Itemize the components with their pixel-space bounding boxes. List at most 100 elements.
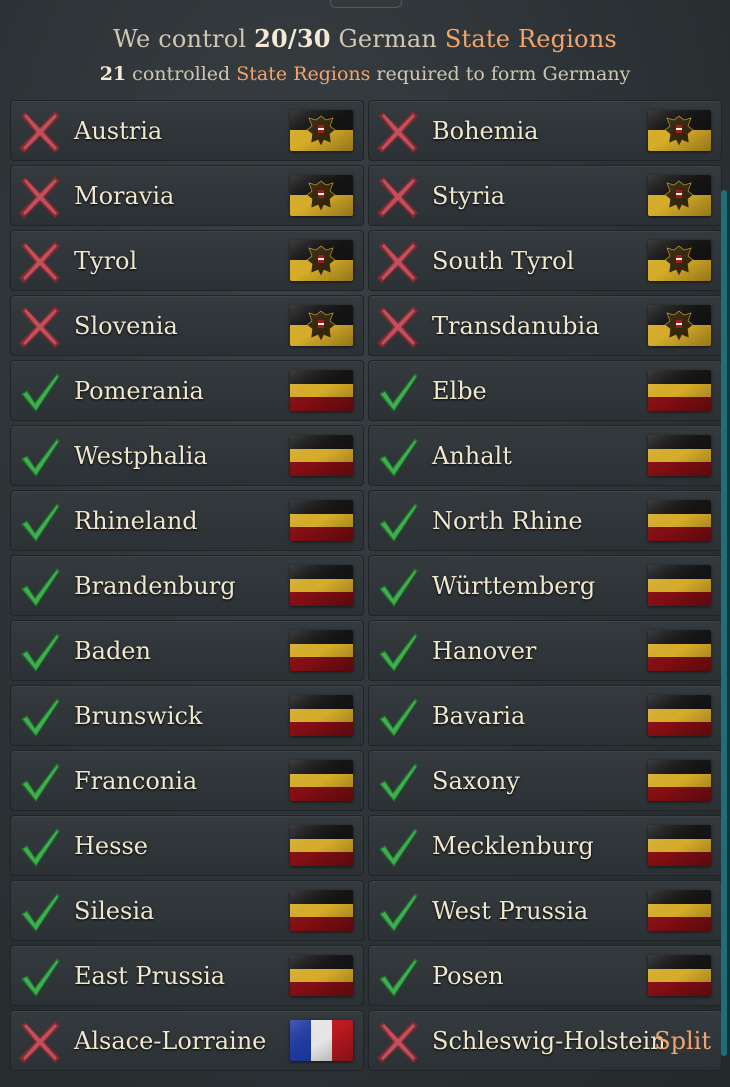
region-name: West Prussia [432,897,589,925]
region-name: Silesia [74,897,155,925]
region-cell-alsace-lorraine[interactable]: Alsace-Lorraine [10,1010,364,1071]
checkmark-icon [373,822,423,872]
austria-flag-icon[interactable] [290,305,353,346]
cross-icon [373,302,423,352]
region-name: Westphalia [74,442,208,470]
region-name: Alsace-Lorraine [74,1027,267,1055]
austria-flag-icon[interactable] [648,305,711,346]
germany-flag-icon[interactable] [290,435,353,476]
austria-flag-icon[interactable] [648,110,711,151]
region-name: Posen [432,962,504,990]
austria-flag-icon[interactable] [290,240,353,281]
germany-flag-icon[interactable] [648,565,711,606]
region-cell-moravia[interactable]: Moravia [10,165,364,226]
checkmark-icon [373,497,423,547]
checkmark-icon [15,822,65,872]
checkmark-icon [373,887,423,937]
region-cell-east-prussia[interactable]: East Prussia [10,945,364,1006]
germany-flag-icon[interactable] [648,500,711,541]
region-name: Bohemia [432,117,539,145]
checkmark-icon [373,757,423,807]
germany-flag-icon[interactable] [290,565,353,606]
germany-flag-icon[interactable] [648,825,711,866]
germany-flag-icon[interactable] [290,695,353,736]
region-cell-north-rhine[interactable]: North Rhine [368,490,722,551]
checkmark-icon [15,367,65,417]
region-cell-w-rttemberg[interactable]: Württemberg [368,555,722,616]
region-name: Moravia [74,182,175,210]
region-cell-styria[interactable]: Styria [368,165,722,226]
germany-flag-icon[interactable] [648,370,711,411]
checkmark-icon [373,627,423,677]
checkmark-icon [15,757,65,807]
region-cell-tyrol[interactable]: Tyrol [10,230,364,291]
germany-flag-icon[interactable] [290,500,353,541]
germany-flag-icon[interactable] [290,825,353,866]
region-name: Bavaria [432,702,526,730]
region-cell-pomerania[interactable]: Pomerania [10,360,364,421]
region-name: Brandenburg [74,572,236,600]
region-name: Saxony [432,767,520,795]
cross-icon [373,1017,423,1067]
region-cell-austria[interactable]: Austria [10,100,364,161]
germany-flag-icon[interactable] [648,760,711,801]
germany-flag-icon[interactable] [648,890,711,931]
france-flag-icon[interactable] [290,1020,353,1061]
state-regions-link-2[interactable]: State Regions [236,63,370,85]
cross-icon [15,1017,65,1067]
region-cell-brunswick[interactable]: Brunswick [10,685,364,746]
requirement-suffix: required to form Germany [370,63,631,85]
region-cell-rhineland[interactable]: Rhineland [10,490,364,551]
summary-prefix: We control [113,25,255,53]
region-cell-baden[interactable]: Baden [10,620,364,681]
germany-flag-icon[interactable] [648,630,711,671]
region-name: Brunswick [74,702,203,730]
region-cell-posen[interactable]: Posen [368,945,722,1006]
austria-flag-icon[interactable] [290,175,353,216]
scrollbar[interactable] [721,190,727,1056]
region-cell-franconia[interactable]: Franconia [10,750,364,811]
requirement-summary: 21 controlled State Regions required to … [0,63,730,85]
region-cell-elbe[interactable]: Elbe [368,360,722,421]
germany-flag-icon[interactable] [648,955,711,996]
checkmark-icon [15,497,65,547]
germany-flag-icon[interactable] [648,695,711,736]
region-cell-bohemia[interactable]: Bohemia [368,100,722,161]
cross-icon [373,107,423,157]
checkmark-icon [15,627,65,677]
region-cell-silesia[interactable]: Silesia [10,880,364,941]
region-name: Württemberg [432,572,596,600]
region-cell-slovenia[interactable]: Slovenia [10,295,364,356]
region-cell-westphalia[interactable]: Westphalia [10,425,364,486]
checkmark-icon [15,432,65,482]
checkmark-icon [15,562,65,612]
germany-flag-icon[interactable] [290,370,353,411]
region-cell-brandenburg[interactable]: Brandenburg [10,555,364,616]
germany-flag-icon[interactable] [290,760,353,801]
germany-flag-icon[interactable] [290,955,353,996]
top-tab-fragment [330,0,402,8]
checkmark-icon [373,692,423,742]
germany-flag-icon[interactable] [648,435,711,476]
state-regions-link[interactable]: State Regions [445,25,617,53]
region-name: Austria [74,117,163,145]
region-cell-hesse[interactable]: Hesse [10,815,364,876]
region-cell-mecklenburg[interactable]: Mecklenburg [368,815,722,876]
checkmark-icon [373,432,423,482]
formation-header: We control 20/30 German State Regions 21… [0,24,730,85]
austria-flag-icon[interactable] [648,240,711,281]
austria-flag-icon[interactable] [290,110,353,151]
austria-flag-icon[interactable] [648,175,711,216]
region-cell-saxony[interactable]: Saxony [368,750,722,811]
region-cell-anhalt[interactable]: Anhalt [368,425,722,486]
split-label[interactable]: Split [654,1027,711,1055]
region-cell-schleswig-holstein[interactable]: Schleswig-Holstein Split [368,1010,722,1071]
region-cell-west-prussia[interactable]: West Prussia [368,880,722,941]
region-cell-south-tyrol[interactable]: South Tyrol [368,230,722,291]
germany-flag-icon[interactable] [290,630,353,671]
germany-flag-icon[interactable] [290,890,353,931]
requirement-mid: controlled [126,63,237,85]
region-cell-hanover[interactable]: Hanover [368,620,722,681]
region-cell-bavaria[interactable]: Bavaria [368,685,722,746]
region-cell-transdanubia[interactable]: Transdanubia [368,295,722,356]
